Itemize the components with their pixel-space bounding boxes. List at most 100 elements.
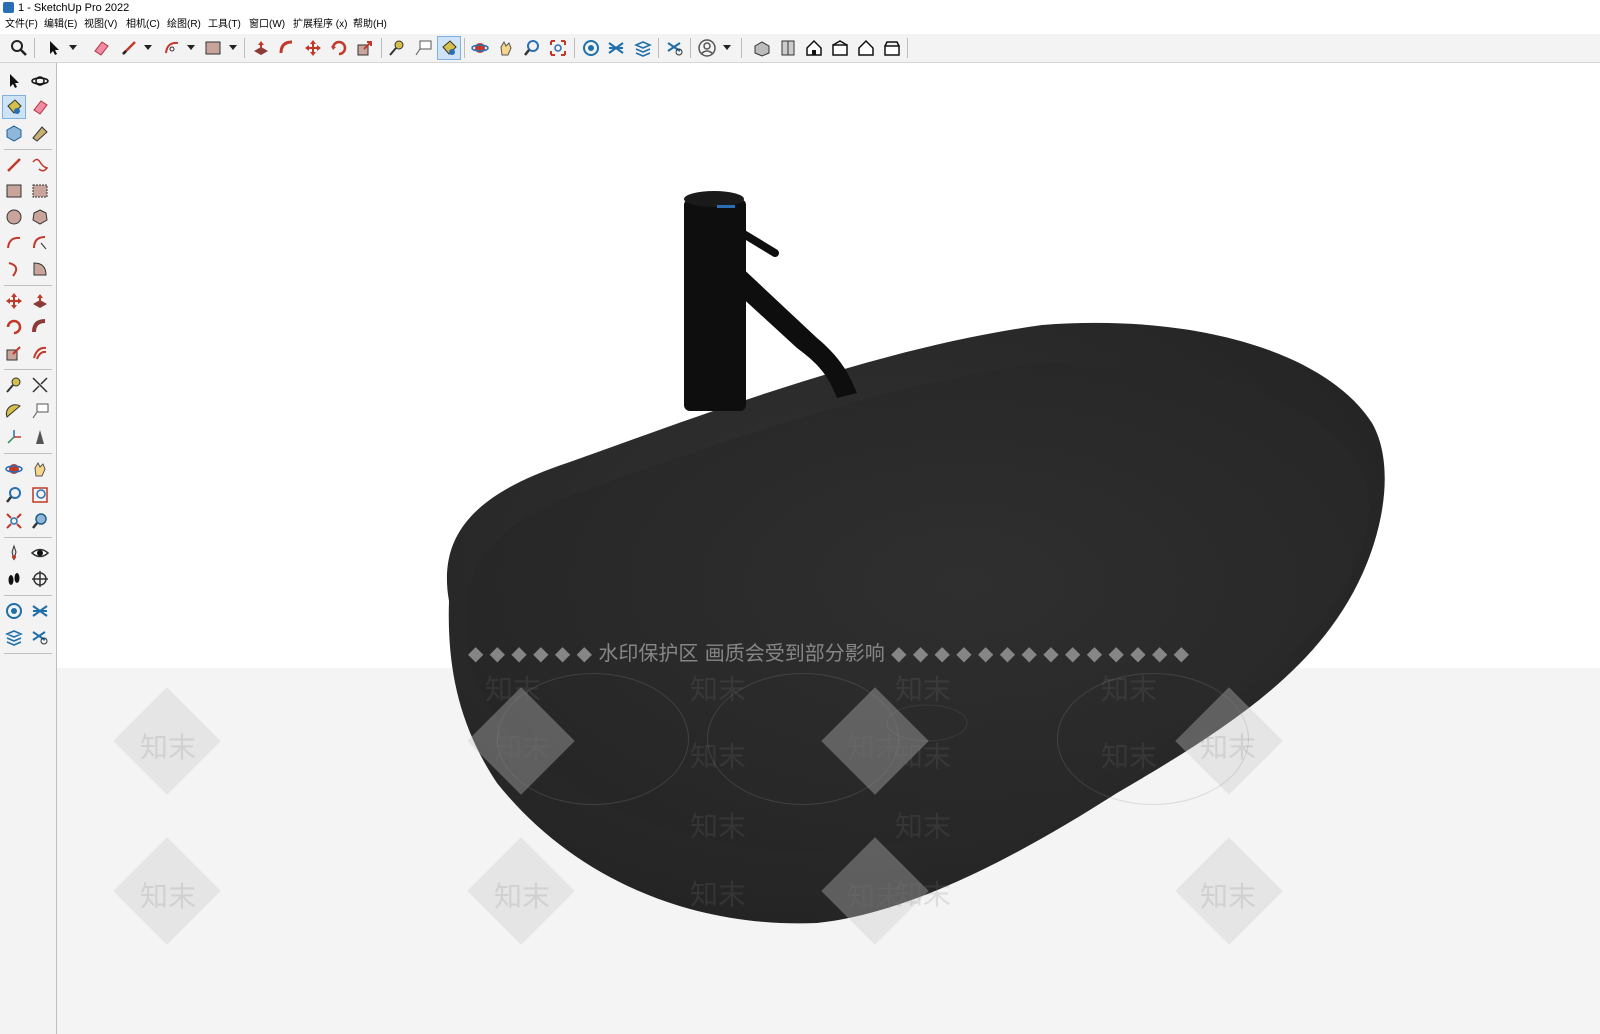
menu-view[interactable]: 视图(V) [84, 16, 117, 33]
lt-component-button[interactable] [3, 122, 25, 144]
menu-window[interactable]: 窗口(W) [249, 16, 285, 33]
extension-warehouse-button[interactable] [605, 37, 627, 59]
lt-look-around-button[interactable] [29, 542, 51, 564]
lt-protractor-button[interactable] [3, 400, 25, 422]
front-view-button[interactable] [803, 37, 825, 59]
search-button[interactable] [8, 37, 30, 59]
search-icon [11, 40, 27, 56]
layout-button[interactable] [632, 37, 654, 59]
pan-button[interactable] [495, 37, 517, 59]
lt-tape-measure-button[interactable] [3, 374, 25, 396]
extensions-button[interactable] [664, 37, 686, 59]
lt-layout-button[interactable] [3, 626, 25, 648]
menu-draw[interactable]: 绘图(R) [167, 16, 201, 33]
lt-orbit-2-button[interactable] [3, 458, 25, 480]
lt-arc-3pt-button[interactable] [29, 232, 51, 254]
arc-button[interactable] [161, 37, 183, 59]
tape-measure-button[interactable] [386, 37, 408, 59]
lt-pan-button[interactable] [29, 458, 51, 480]
left-view-button[interactable] [881, 37, 903, 59]
back-view-button[interactable] [855, 37, 877, 59]
iso-view-button[interactable] [751, 37, 773, 59]
lt-section-plane-button[interactable] [29, 568, 51, 590]
follow-me-button[interactable] [276, 37, 298, 59]
pan-icon [500, 40, 512, 56]
lt-walk-button[interactable] [3, 568, 25, 590]
watermark-text: 知末 [485, 673, 542, 706]
lt-eraser-button[interactable] [29, 96, 51, 118]
follow-me-icon [32, 319, 46, 333]
select-dropdown[interactable] [69, 45, 77, 50]
lt-follow-me-button[interactable] [29, 316, 51, 338]
pencil-button[interactable] [118, 37, 140, 59]
warehouse-button[interactable] [580, 37, 602, 59]
lt-tag-button[interactable] [29, 122, 51, 144]
arc-dropdown[interactable] [187, 45, 195, 50]
lt-select-button[interactable] [3, 70, 25, 92]
zoom-extents-button[interactable] [547, 37, 569, 59]
push-pull-button[interactable] [250, 37, 272, 59]
lt-axes-button[interactable] [3, 426, 25, 448]
menu-tools[interactable]: 工具(T) [208, 16, 241, 33]
extension-warehouse-icon [32, 605, 48, 617]
lt-polygon-button[interactable] [29, 206, 51, 228]
lt-position-camera-button[interactable] [3, 542, 25, 564]
rotate-icon [6, 319, 22, 335]
lt-rotated-rectangle-button[interactable] [29, 180, 51, 202]
orbit-button[interactable] [469, 37, 491, 59]
lt-orbit-button[interactable] [29, 70, 51, 92]
lt-freehand-button[interactable] [29, 154, 51, 176]
lt-rotate-button[interactable] [3, 316, 25, 338]
tag-icon [32, 126, 48, 142]
lt-scale-button[interactable] [3, 342, 25, 364]
lt-arc-button[interactable] [3, 232, 25, 254]
paint-bucket-button[interactable] [437, 36, 461, 60]
right-view-icon [832, 40, 848, 56]
pencil-dropdown[interactable] [144, 45, 152, 50]
text-button[interactable] [412, 37, 434, 59]
lt-pencil-button[interactable] [3, 154, 25, 176]
menu-edit[interactable]: 编辑(E) [44, 16, 77, 33]
lt-previous-view-button[interactable] [29, 510, 51, 532]
scale-icon [6, 346, 21, 361]
faucet-column [684, 199, 746, 411]
rectangle-button[interactable] [202, 37, 224, 59]
top-view-button[interactable] [777, 37, 799, 59]
move-button[interactable] [302, 37, 324, 59]
lt-move-button[interactable] [3, 290, 25, 312]
zoom-button[interactable] [521, 37, 543, 59]
lt-zoom-button[interactable] [3, 484, 25, 506]
menu-camera[interactable]: 相机(C) [126, 16, 160, 33]
lt-paint-bucket-button[interactable] [2, 95, 26, 119]
account-dropdown[interactable] [723, 45, 731, 50]
iso-view-icon [754, 41, 770, 57]
lt-extensions-button[interactable] [29, 626, 51, 648]
lt-zoom-extents-button[interactable] [3, 510, 25, 532]
rectangle-dropdown[interactable] [229, 45, 237, 50]
right-view-button[interactable] [829, 37, 851, 59]
lt-3d-text-button[interactable] [29, 426, 51, 448]
arc-icon [165, 41, 179, 54]
rotate-button[interactable] [328, 37, 350, 59]
faucet-badge [717, 205, 735, 208]
lt-extension-warehouse-button[interactable] [29, 600, 51, 622]
lt-offset-button[interactable] [29, 342, 51, 364]
account-button[interactable] [696, 37, 718, 59]
circle-icon [6, 209, 22, 225]
model-viewport[interactable]: ◆ ◆ ◆ ◆ ◆ ◆ 水印保护区 画质会受到部分影响 ◆ ◆ ◆ ◆ ◆ ◆ … [57, 63, 1600, 1034]
lt-pie-button[interactable] [3, 258, 25, 280]
menu-file[interactable]: 文件(F) [5, 16, 38, 33]
lt-dimension-button[interactable] [29, 374, 51, 396]
lt-zoom-window-button[interactable] [29, 484, 51, 506]
menu-extensions[interactable]: 扩展程序 (x) [293, 16, 347, 33]
lt-push-pull-button[interactable] [29, 290, 51, 312]
lt-rectangle-button[interactable] [3, 180, 25, 202]
lt-text-button[interactable] [29, 400, 51, 422]
lt-circle-button[interactable] [3, 206, 25, 228]
select-button[interactable] [43, 37, 65, 59]
scale-button[interactable] [354, 37, 376, 59]
lt-arc-2pt-button[interactable] [29, 258, 51, 280]
menu-help[interactable]: 帮助(H) [353, 16, 387, 33]
eraser-button[interactable] [90, 37, 112, 59]
lt-warehouse-button[interactable] [3, 600, 25, 622]
